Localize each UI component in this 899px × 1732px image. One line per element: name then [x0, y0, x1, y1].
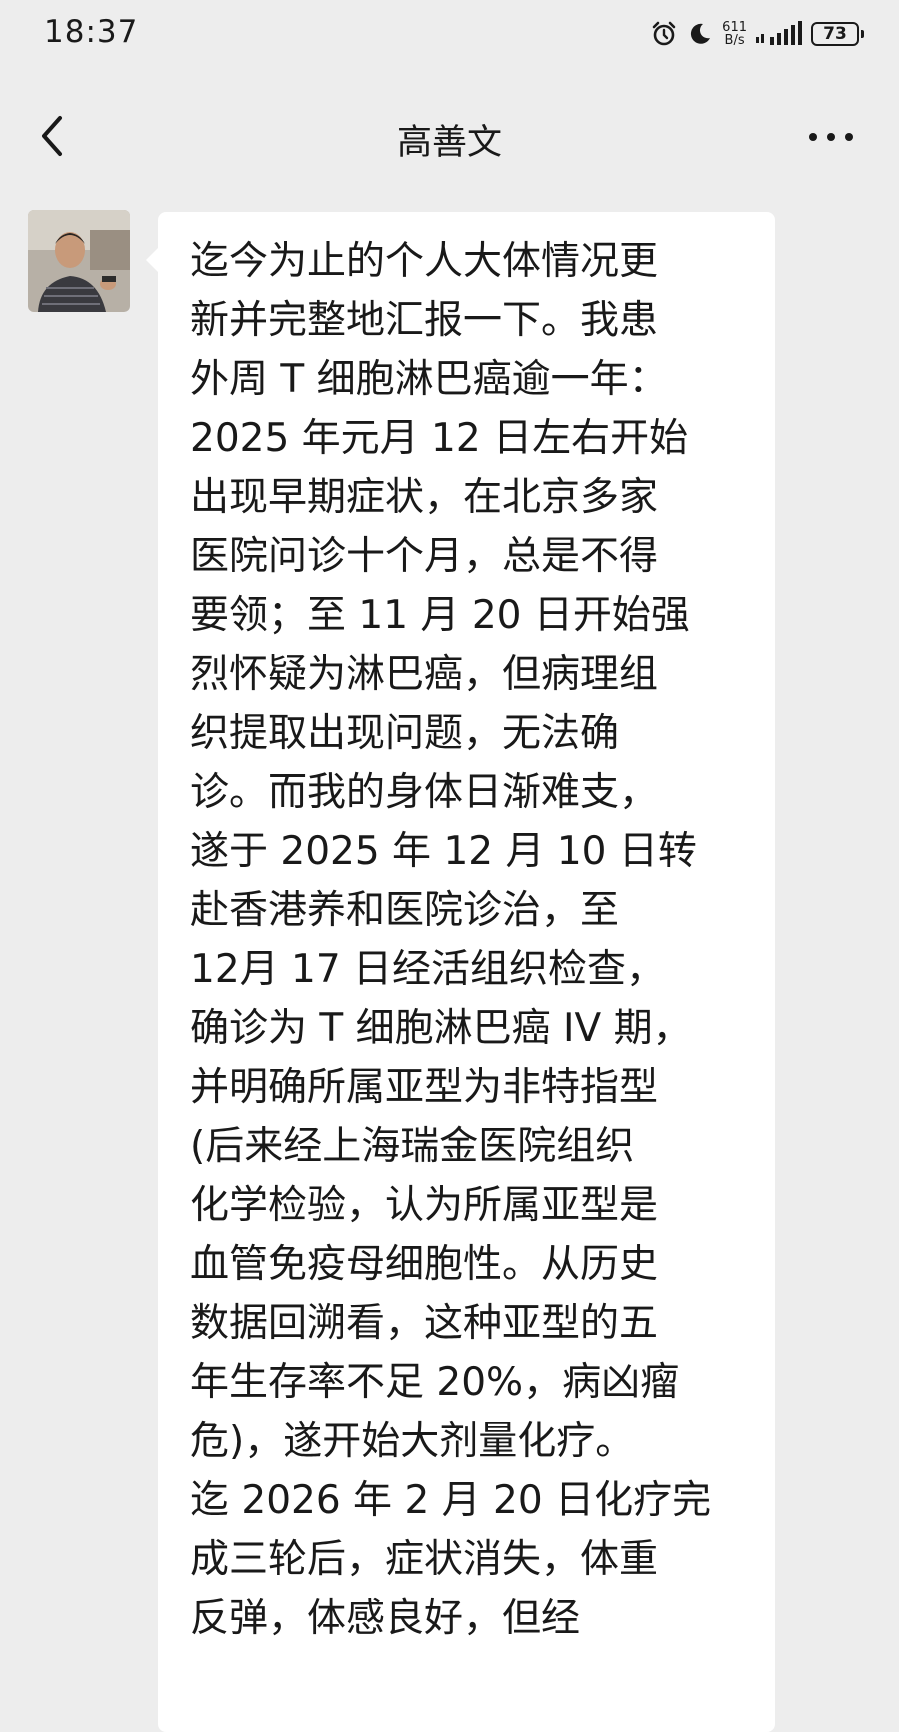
message-text: 迄今为止的个人大体情况更 新并完整地汇报一下。我患 外周 T 细胞淋巴癌逾一年：… — [190, 232, 770, 1648]
status-bar: 18:37 611 B/s 73 — [0, 0, 899, 70]
message-line: 化学检验，认为所属亚型是 — [190, 1183, 659, 1228]
message-line: 迄 2026 年 2 月 20 日化疗完 — [190, 1478, 712, 1523]
moon-icon — [691, 23, 711, 44]
alarm-icon — [652, 21, 676, 46]
message-line: 新并完整地汇报一下。我患 — [190, 298, 659, 343]
message-line: 年生存率不足 20%，病凶瘤 — [190, 1360, 680, 1405]
status-time: 18:37 — [44, 14, 139, 50]
message-line: 12月 17 日经活组织检查， — [190, 947, 666, 992]
message-line: 血管免疫母细胞性。从历史 — [190, 1242, 659, 1287]
message-line: 反弹，体感良好，但经 — [190, 1596, 581, 1641]
message-line: 烈怀疑为淋巴癌，但病理组 — [190, 652, 659, 697]
message-line: 危)，遂开始大剂量化疗。 — [190, 1419, 635, 1464]
message-line: 赴香港养和医院诊治，至 — [190, 888, 620, 933]
chat-header: 高善文 — [0, 86, 899, 188]
status-icons: 611 B/s 73 — [650, 14, 864, 54]
message-line: 外周 T 细胞淋巴癌逾一年： — [190, 357, 668, 402]
sender-avatar[interactable] — [28, 210, 130, 312]
message-line: 诊。而我的身体日渐难支， — [190, 770, 659, 815]
net-speed-unit: B/s — [724, 33, 745, 48]
message-line: (后来经上海瑞金医院组织 — [190, 1124, 635, 1169]
more-dots-icon — [809, 133, 853, 141]
message-line: 成三轮后，症状消失，体重 — [190, 1537, 659, 1582]
message-line: 迄今为止的个人大体情况更 — [190, 239, 659, 284]
signal-icon — [756, 21, 802, 45]
message-line: 织提取出现问题，无法确 — [190, 711, 620, 756]
message-line: 确诊为 T 细胞淋巴癌 IV 期， — [190, 1006, 692, 1051]
battery-level: 73 — [823, 24, 847, 44]
message-line: 医院问诊十个月，总是不得 — [190, 534, 659, 579]
message-line: 数据回溯看，这种亚型的五 — [190, 1301, 659, 1346]
message-line: 遂于 2025 年 12 月 10 日转 — [190, 829, 697, 874]
message-line: 要领；至 11 月 20 日开始强 — [190, 593, 690, 638]
message-line: 并明确所属亚型为非特指型 — [190, 1065, 659, 1110]
message-bubble[interactable]: 迄今为止的个人大体情况更 新并完整地汇报一下。我患 外周 T 细胞淋巴癌逾一年：… — [146, 212, 775, 1732]
message-line: 出现早期症状，在北京多家 — [190, 475, 659, 520]
message-line: 2025 年元月 12 日左右开始 — [190, 416, 689, 461]
battery-icon: 73 — [811, 22, 864, 46]
chat-title: 高善文 — [396, 123, 502, 163]
more-button[interactable] — [803, 112, 859, 162]
net-speed: 611 B/s — [722, 21, 747, 47]
